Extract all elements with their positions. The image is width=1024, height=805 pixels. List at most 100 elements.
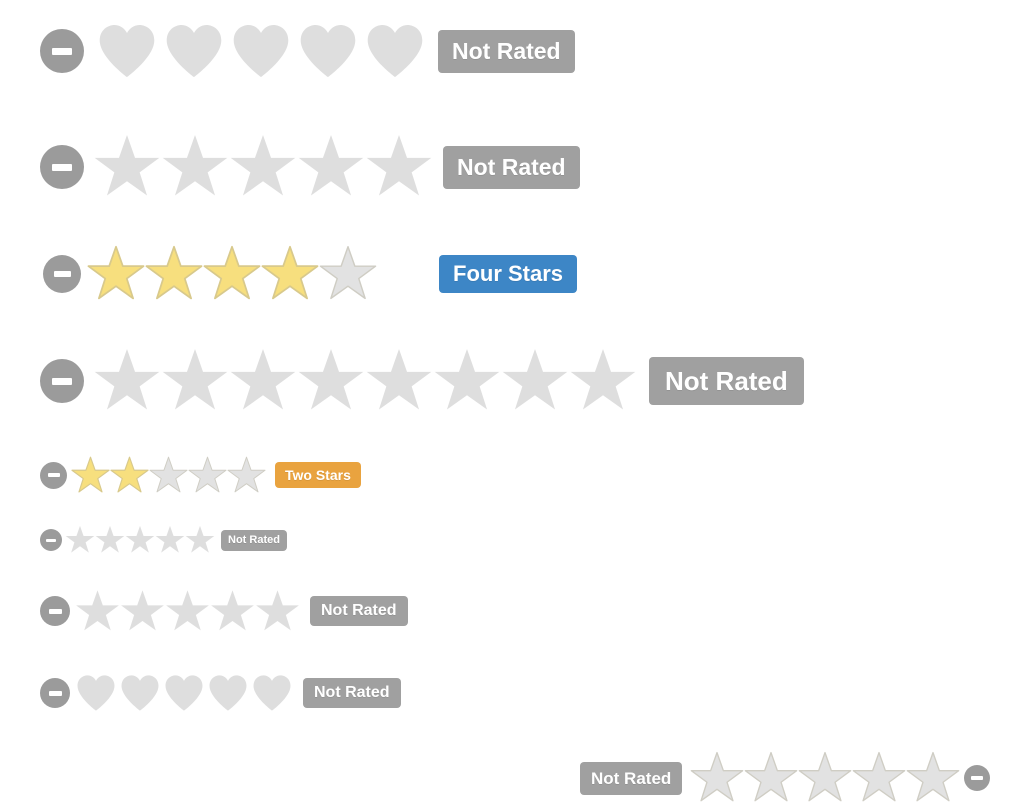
rating-status-badge: Not Rated (221, 529, 287, 551)
heart-icon[interactable] (364, 20, 426, 82)
rating-status-badge: Four Stars (439, 255, 578, 293)
star-icon[interactable] (255, 589, 300, 634)
heart-icon[interactable] (207, 672, 249, 714)
rating-status-label: Four Stars (453, 261, 564, 286)
rating-widget-1: Not Rated (40, 12, 575, 90)
star-icon[interactable] (95, 525, 125, 555)
star-icon[interactable] (120, 589, 165, 634)
minus-icon (52, 377, 72, 385)
rating-widget-4: Not Rated (40, 344, 804, 418)
star-icon[interactable] (149, 456, 188, 495)
heart-icon[interactable] (163, 672, 205, 714)
heart-icon[interactable] (75, 672, 117, 714)
rating-symbols (93, 347, 637, 415)
star-icon[interactable] (145, 245, 203, 303)
rating-status-badge: Not Rated (438, 29, 575, 73)
rating-widget-2: Not Rated (40, 130, 580, 204)
star-icon[interactable] (161, 347, 229, 415)
star-icon[interactable] (906, 751, 960, 805)
minus-icon (52, 163, 72, 171)
rating-symbols (75, 589, 300, 634)
star-icon[interactable] (155, 525, 185, 555)
minus-icon (47, 473, 60, 477)
rating-widget-3: Four Stars (43, 243, 578, 305)
star-icon[interactable] (188, 456, 227, 495)
heart-icon[interactable] (119, 672, 161, 714)
star-icon[interactable] (185, 525, 215, 555)
heart-icon[interactable] (230, 20, 292, 82)
clear-rating-button[interactable] (40, 359, 84, 403)
star-icon[interactable] (125, 525, 155, 555)
star-icon[interactable] (203, 245, 261, 303)
rating-status-label: Not Rated (452, 37, 561, 64)
star-icon[interactable] (365, 347, 433, 415)
star-icon[interactable] (744, 751, 798, 805)
minus-icon (46, 538, 56, 542)
star-icon[interactable] (65, 525, 95, 555)
star-icon[interactable] (210, 589, 255, 634)
clear-rating-button[interactable] (964, 765, 991, 791)
rating-status-label: Two Stars (285, 467, 351, 483)
star-icon[interactable] (433, 347, 501, 415)
rating-status-label: Not Rated (321, 602, 397, 619)
heart-icon[interactable] (96, 20, 158, 82)
star-icon[interactable] (161, 133, 229, 201)
minus-icon (48, 608, 62, 614)
rating-symbols (75, 672, 293, 714)
rating-status-label: Not Rated (314, 684, 390, 701)
rating-symbols (96, 20, 426, 82)
star-icon[interactable] (297, 347, 365, 415)
rating-widget-5: Two Stars (40, 455, 361, 495)
star-icon[interactable] (319, 245, 377, 303)
clear-rating-button[interactable] (43, 255, 81, 293)
minus-icon (48, 690, 62, 696)
star-icon[interactable] (365, 133, 433, 201)
clear-rating-button[interactable] (40, 529, 62, 551)
star-icon[interactable] (93, 133, 161, 201)
minus-icon (971, 776, 984, 780)
clear-rating-button[interactable] (40, 29, 84, 73)
star-icon[interactable] (75, 589, 120, 634)
rating-status-label: Not Rated (228, 533, 280, 546)
rating-symbols (65, 525, 215, 555)
star-icon[interactable] (229, 133, 297, 201)
rating-status-label: Not Rated (457, 153, 566, 180)
rating-widget-6: Not Rated (40, 524, 287, 556)
heart-icon[interactable] (297, 20, 359, 82)
rating-status-badge: Not Rated (303, 678, 401, 708)
clear-rating-button[interactable] (40, 678, 70, 708)
rating-status-badge: Not Rated (443, 145, 580, 189)
rating-widget-7: Not Rated (40, 589, 408, 633)
heart-icon[interactable] (251, 672, 293, 714)
star-icon[interactable] (93, 347, 161, 415)
rating-status-badge: Not Rated (649, 357, 804, 405)
clear-rating-button[interactable] (40, 596, 70, 626)
clear-rating-button[interactable] (40, 461, 67, 489)
star-icon[interactable] (798, 751, 852, 805)
rating-symbols (71, 456, 266, 495)
star-icon[interactable] (690, 751, 744, 805)
rating-status-badge: Not Rated (310, 596, 408, 626)
rating-symbols (690, 751, 960, 805)
star-icon[interactable] (261, 245, 319, 303)
star-icon[interactable] (569, 347, 637, 415)
star-icon[interactable] (71, 456, 110, 495)
star-icon[interactable] (165, 589, 210, 634)
rating-symbols (87, 245, 377, 303)
star-icon[interactable] (227, 456, 266, 495)
star-icon[interactable] (852, 751, 906, 805)
rating-status-label: Not Rated (591, 768, 672, 788)
clear-rating-button[interactable] (40, 145, 84, 189)
star-icon[interactable] (501, 347, 569, 415)
star-icon[interactable] (110, 456, 149, 495)
heart-icon[interactable] (163, 20, 225, 82)
star-icon[interactable] (297, 133, 365, 201)
rating-status-badge: Two Stars (275, 462, 361, 488)
rating-symbols (93, 133, 433, 201)
star-icon[interactable] (229, 347, 297, 415)
rating-status-badge: Not Rated (580, 761, 683, 795)
rating-widget-9: Not Rated (580, 751, 991, 805)
star-icon[interactable] (87, 245, 145, 303)
rating-widget-8: Not Rated (40, 671, 401, 715)
rating-status-label: Not Rated (665, 366, 788, 396)
